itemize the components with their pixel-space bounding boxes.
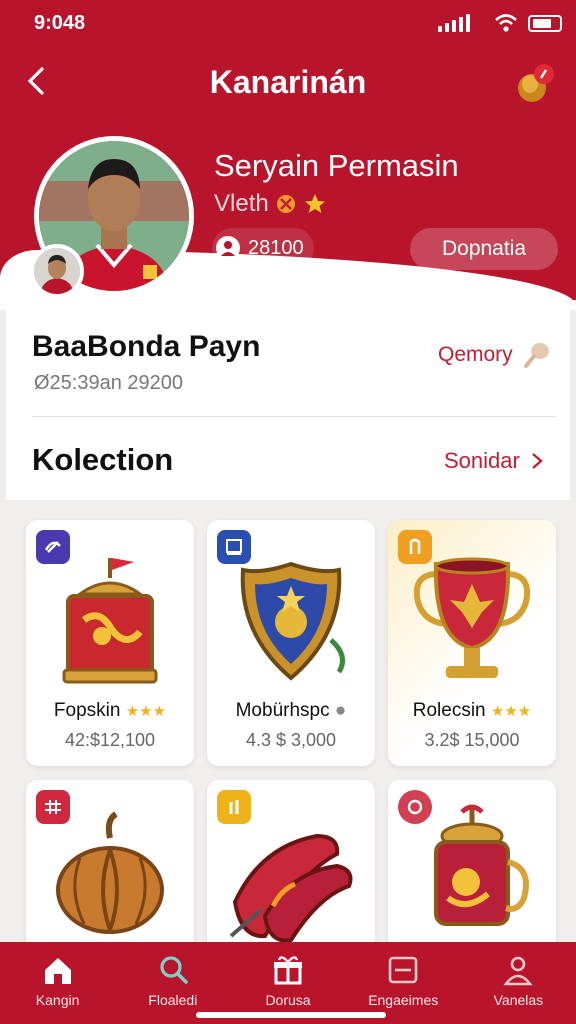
card-title: Rolecsin ★★★ [412, 700, 532, 721]
nav-item-profile[interactable]: Vanelas [461, 942, 576, 1024]
home-icon [44, 958, 71, 984]
nav-item-home[interactable]: Kangin [0, 942, 115, 1024]
collection-card[interactable] [26, 780, 194, 950]
notification-bell-icon[interactable] [512, 62, 558, 106]
rating-stars: ★★★ [125, 703, 167, 720]
collection-card[interactable]: Rolecsin ★★★ 3.2$ 15,000 [388, 520, 556, 766]
medal-icon [276, 195, 295, 213]
card-title: Fopskin ★★★ [53, 700, 167, 721]
star-icon [304, 194, 325, 213]
nav-label: Dorusa [265, 992, 311, 1008]
profile-name: Seryain Permasin [214, 148, 459, 183]
see-all-label: Sonidar [444, 448, 520, 473]
profile-icon [503, 956, 534, 986]
page-title: Kanarinán [209, 64, 367, 100]
secondary-avatar[interactable] [30, 244, 84, 298]
card-price: 42:$12,100 [64, 730, 156, 750]
see-all-link[interactable]: Sonidar [444, 448, 544, 474]
secondary-avatar-image [34, 248, 80, 294]
donate-button[interactable]: Dopnatia [410, 228, 558, 270]
divider [32, 416, 556, 417]
collection-card[interactable] [207, 780, 375, 950]
card-price: 3.2$ 15,000 [424, 730, 520, 750]
card-title: Mobürhspc ● [235, 700, 347, 721]
collection-title: Kolection [32, 442, 174, 477]
profile-subtitle: Vleth [214, 190, 269, 217]
ornate-jar-icon [434, 804, 529, 926]
wifi-icon [495, 14, 517, 32]
nav-label: Vanelas [493, 992, 544, 1008]
gift-icon [274, 956, 302, 985]
player-name: BaaBonda Payn [32, 330, 261, 363]
player-info-card: BaaBonda Payn Ø25:39an 29200 Qemory Kole… [6, 300, 570, 500]
battery-icon [528, 15, 562, 32]
nav-label: Engaeimes [368, 992, 439, 1008]
pumpkin-icon [56, 811, 164, 934]
card-price: 4.3 $ 3,000 [245, 730, 337, 750]
collection-card[interactable]: Mobürhspc ● 4.3 $ 3,000 [207, 520, 375, 766]
chevron-right-icon [532, 453, 543, 469]
profile-subtitle-row: Vleth [214, 190, 327, 218]
followers-count: 28100 [248, 236, 304, 259]
person-icon [216, 236, 240, 260]
boots-icon [229, 833, 353, 943]
drumstick-icon [523, 343, 549, 368]
shield-crest-icon [240, 561, 346, 681]
status-time: 9:048 [34, 12, 86, 34]
collection-card[interactable]: Fopskin ★★★ 42:$12,100 [26, 520, 194, 766]
followers-pill[interactable]: 28100 [212, 228, 314, 268]
treasure-lantern-icon [62, 558, 158, 684]
inbox-icon [388, 956, 418, 984]
home-indicator[interactable] [196, 1012, 386, 1018]
search-icon [160, 956, 188, 984]
rating-stars: ★★★ [490, 703, 532, 720]
player-meta: Ø25:39an 29200 [34, 372, 184, 394]
category-link[interactable]: Qemory [438, 340, 551, 370]
nav-label: Floaledi [148, 992, 198, 1008]
category-label: Qemory [438, 343, 513, 366]
signal-icon [438, 14, 486, 32]
nav-label: Kangin [35, 992, 80, 1008]
trophy-icon [414, 557, 530, 678]
collection-card[interactable] [388, 780, 556, 950]
status-bar: 9:048 [0, 0, 576, 48]
